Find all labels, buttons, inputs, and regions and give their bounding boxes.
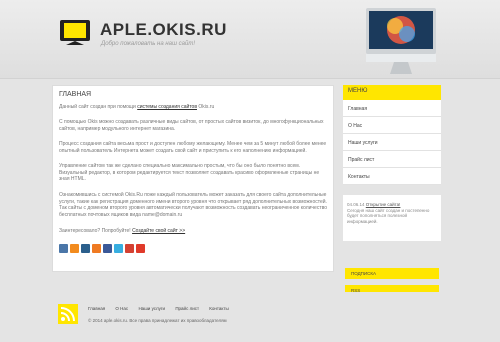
intro-paragraph: Данный сайт создан при помощи системы со… [59,104,215,110]
menu-item-prices[interactable]: Прайс лист [343,151,441,168]
subscribe-button[interactable]: ПОДПИСКА [345,268,439,279]
footer-link-about[interactable]: О Нас [115,306,128,311]
call-to-action: Заинтересовало? Попробуйте! Создайте сво… [59,228,186,234]
footer-link-services[interactable]: Наши услуги [138,306,165,311]
blogger-icon[interactable] [92,244,101,253]
imac-image [366,8,436,74]
site-header: APLE.OKIS.RU Добро пожаловать на наш сай… [0,0,500,79]
yandex-icon[interactable] [136,244,145,253]
news-date: 04.06.14 [347,202,365,207]
livejournal-icon[interactable] [81,244,90,253]
paragraph-2: С помощью Okis можно создавать различные… [59,119,324,132]
menu-item-home[interactable]: Главная [343,100,441,117]
copyright: © 2014 aple.okis.ru. Все права принадлеж… [88,318,227,323]
news-title-link[interactable]: Открытие сайта! [366,202,401,207]
rss-icon[interactable] [58,304,78,324]
site-builder-link[interactable]: системы создания сайтов [137,104,197,110]
menu-item-about[interactable]: О Нас [343,117,441,134]
menu-title: МЕНЮ [343,85,441,100]
sidebar-menu: МЕНЮ Главная О Нас Наши услуги Прайс лис… [343,85,441,185]
vkontakte-icon[interactable] [59,244,68,253]
main-content: ГЛАВНАЯ Данный сайт создан при помощи си… [52,85,334,272]
footer-link-home[interactable]: Главная [88,306,105,311]
site-footer: Главная О Нас Наши услуги Прайс лист Кон… [0,292,500,342]
site-tagline: Добро пожаловать на наш сайт! [101,41,195,47]
twitter-icon[interactable] [114,244,123,253]
news-block: 04.06.14 Открытие сайта! Сегодня наш сай… [343,195,441,241]
share-buttons [59,244,145,253]
tv-logo-icon[interactable] [58,18,92,46]
page-title: ГЛАВНАЯ [59,91,92,98]
footer-link-prices[interactable]: Прайс лист [175,306,199,311]
paragraph-5: Ознакомившись с системой Okis.Ru поже ка… [59,192,327,218]
site-title[interactable]: APLE.OKIS.RU [100,20,227,40]
menu-item-contacts[interactable]: Контакты [343,168,441,185]
paragraph-4: Управление сайтом так же сделано специал… [59,163,320,182]
footer-nav: Главная О Нас Наши услуги Прайс лист Кон… [88,306,238,311]
create-site-link[interactable]: Создайте свой сайт >> [132,228,185,234]
facebook-icon[interactable] [103,244,112,253]
paragraph-3: Процесс создания сайта весьма прост и до… [59,141,327,154]
menu-item-services[interactable]: Наши услуги [343,134,441,151]
odnoklassniki-icon[interactable] [70,244,79,253]
footer-link-contacts[interactable]: Контакты [209,306,228,311]
google-plus-icon[interactable] [125,244,134,253]
news-text: Сегодня наш сайт создан и постепенно буд… [347,207,430,224]
